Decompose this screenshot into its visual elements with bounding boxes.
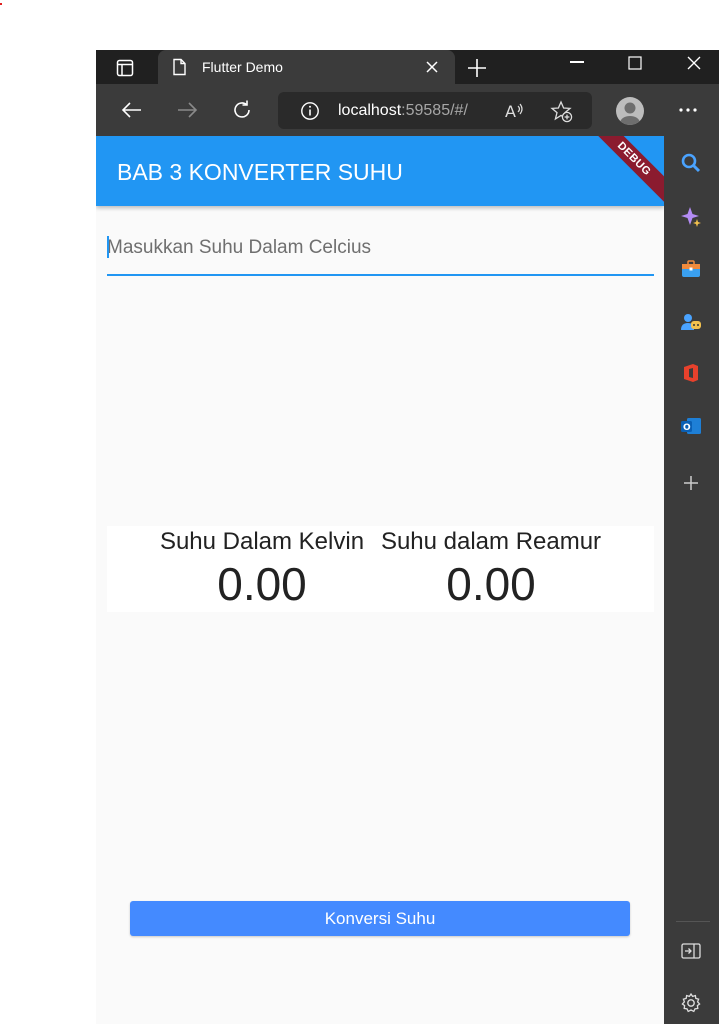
- new-tab-icon[interactable]: [466, 57, 488, 79]
- refresh-icon[interactable]: [230, 98, 254, 122]
- window-close-icon[interactable]: [686, 55, 702, 71]
- celsius-input[interactable]: [107, 224, 652, 272]
- input-underline: [107, 274, 654, 276]
- add-favorite-icon[interactable]: [550, 100, 574, 124]
- corner-mark: [0, 3, 2, 5]
- app-title: BAB 3 KONVERTER SUHU: [117, 159, 403, 185]
- address-url: localhost:59585/#/: [338, 101, 468, 121]
- info-icon[interactable]: [300, 101, 320, 121]
- profile-icon: [620, 102, 640, 125]
- maximize-icon[interactable]: [628, 56, 642, 70]
- document-icon: [173, 58, 186, 76]
- reamur-label: Suhu dalam Reamur: [380, 528, 602, 555]
- read-aloud-icon[interactable]: A: [504, 100, 526, 122]
- split-screen-icon[interactable]: [680, 940, 702, 962]
- settings-icon[interactable]: [680, 992, 702, 1014]
- kelvin-value: 0.00: [217, 558, 307, 610]
- kelvin-label: Suhu Dalam Kelvin: [159, 528, 365, 555]
- tab-actions-button[interactable]: [108, 56, 142, 80]
- forward-icon[interactable]: [175, 98, 199, 122]
- back-icon[interactable]: [120, 98, 144, 122]
- debug-banner: DEBUG: [585, 136, 664, 208]
- outlook-icon[interactable]: O: [680, 415, 702, 437]
- results-panel: Suhu Dalam Kelvin 0.00 Suhu dalam Reamur…: [107, 526, 654, 612]
- tools-icon[interactable]: [680, 258, 702, 280]
- svg-text:A: A: [505, 102, 516, 121]
- browser-window: Flutter Demo localhost:59585/#/ A BAB 3 …: [96, 50, 719, 1024]
- celsius-input-field[interactable]: [107, 224, 654, 276]
- copilot-icon[interactable]: [680, 206, 702, 228]
- kelvin-result: Suhu Dalam Kelvin 0.00: [132, 526, 392, 610]
- address-host: localhost: [338, 102, 402, 119]
- sidebar-divider: [676, 921, 710, 922]
- edge-sidebar: O: [664, 136, 719, 1024]
- games-icon[interactable]: [680, 311, 702, 333]
- browser-toolbar: localhost:59585/#/ A: [96, 84, 719, 136]
- close-tab-icon[interactable]: [424, 59, 440, 75]
- app-bar: BAB 3 KONVERTER SUHU DEBUG: [96, 136, 664, 208]
- add-icon[interactable]: [680, 472, 702, 494]
- address-bar[interactable]: localhost:59585/#/ A: [278, 92, 592, 129]
- reamur-value: 0.00: [446, 558, 536, 610]
- address-path: :59585/#/: [401, 102, 468, 119]
- profile-avatar[interactable]: [616, 97, 644, 125]
- reamur-result: Suhu dalam Reamur 0.00: [361, 526, 621, 610]
- tab-title: Flutter Demo: [202, 59, 283, 75]
- search-icon[interactable]: [680, 152, 702, 174]
- office-icon[interactable]: [680, 362, 702, 384]
- text-cursor: [107, 236, 109, 258]
- tab-flutter-demo[interactable]: Flutter Demo: [158, 50, 455, 84]
- svg-text:O: O: [683, 423, 691, 433]
- title-bar: Flutter Demo: [96, 50, 719, 84]
- tab-actions-icon: [116, 59, 134, 77]
- minimize-icon[interactable]: [570, 61, 584, 63]
- more-options-icon[interactable]: [676, 98, 700, 122]
- convert-button[interactable]: Konversi Suhu: [130, 901, 630, 936]
- page-content: BAB 3 KONVERTER SUHU DEBUG Suhu Dalam Ke…: [96, 136, 664, 1024]
